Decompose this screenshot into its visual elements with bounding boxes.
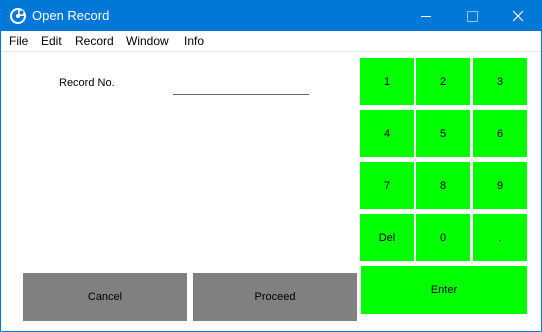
keypad-key-decimal[interactable]: . xyxy=(473,214,527,261)
keypad-key-9[interactable]: 9 xyxy=(473,162,527,209)
proceed-button[interactable]: Proceed xyxy=(193,273,357,321)
menu-info[interactable]: Info xyxy=(184,34,204,48)
maximize-button xyxy=(449,1,495,31)
keypad-key-7[interactable]: 7 xyxy=(360,162,414,209)
keypad-key-8[interactable]: 8 xyxy=(416,162,470,209)
menu-file[interactable]: File xyxy=(9,34,28,48)
keypad-key-1[interactable]: 1 xyxy=(360,58,414,105)
record-no-label: Record No. xyxy=(59,77,115,89)
minimize-button[interactable] xyxy=(403,1,449,31)
record-no-input[interactable] xyxy=(173,78,309,95)
menu-bar: File Edit Record Window Info xyxy=(1,31,541,52)
keypad-key-6[interactable]: 6 xyxy=(473,110,527,157)
keypad-key-del[interactable]: Del xyxy=(360,214,414,261)
menu-edit[interactable]: Edit xyxy=(41,34,62,48)
close-icon xyxy=(512,10,524,22)
keypad-key-3[interactable]: 3 xyxy=(473,58,527,105)
keypad-key-5[interactable]: 5 xyxy=(416,110,470,157)
menu-window[interactable]: Window xyxy=(126,34,169,48)
open-record-window: Open Record File Edit Record Window Info… xyxy=(0,0,542,332)
enter-button[interactable]: Enter xyxy=(361,266,527,314)
window-title: Open Record xyxy=(32,8,110,23)
menu-record[interactable]: Record xyxy=(75,34,114,48)
cancel-button[interactable]: Cancel xyxy=(23,273,187,321)
app-logo-icon[interactable] xyxy=(9,7,27,25)
keypad-key-0[interactable]: 0 xyxy=(416,214,470,261)
keypad-key-4[interactable]: 4 xyxy=(360,110,414,157)
title-bar[interactable]: Open Record xyxy=(1,1,541,31)
maximize-icon xyxy=(467,11,478,22)
close-button[interactable] xyxy=(495,1,541,31)
keypad-key-2[interactable]: 2 xyxy=(416,58,470,105)
minimize-icon xyxy=(421,16,431,17)
